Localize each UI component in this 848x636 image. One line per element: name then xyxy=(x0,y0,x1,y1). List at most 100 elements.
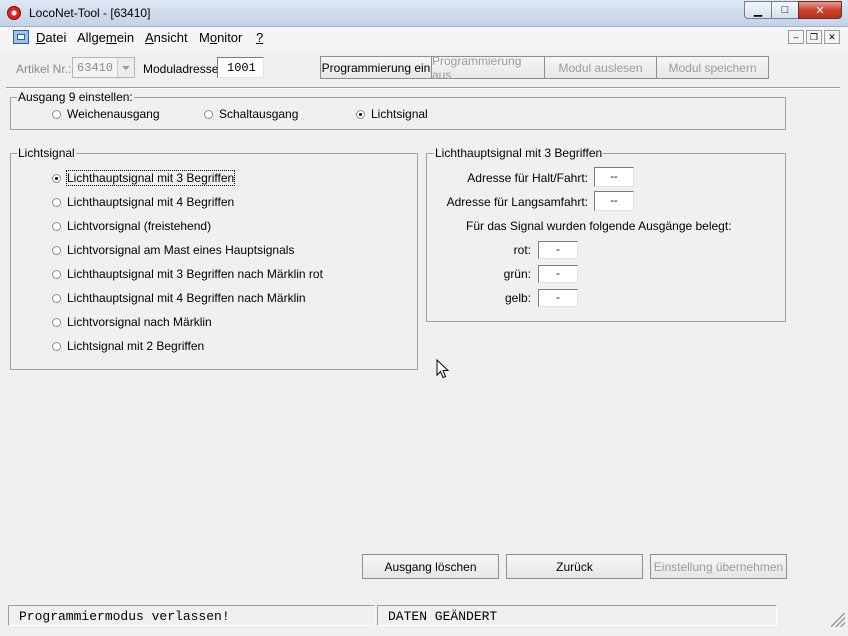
radio-weichenausgang-indicator xyxy=(52,109,61,119)
radio-schaltausgang[interactable]: Schaltausgang xyxy=(204,107,298,121)
radio-option-label: Lichtvorsignal (freistehend) xyxy=(67,219,212,233)
ausgaenge-info-text: Für das Signal wurden folgende Ausgänge … xyxy=(466,219,732,233)
status-left: Programmiermodus verlassen! xyxy=(8,605,375,626)
gruen-value-field: - xyxy=(538,265,578,283)
ausgang-loeschen-label: Ausgang löschen xyxy=(384,559,477,574)
minimize-button[interactable]: ▁ xyxy=(744,1,772,19)
status-right-text: DATEN GEÄNDERT xyxy=(388,609,498,624)
menu-help[interactable]: ? xyxy=(256,30,263,45)
chevron-down-icon xyxy=(117,58,134,77)
radio-lichtsignal-label: Lichtsignal xyxy=(371,107,428,121)
menu-allgemein-label: Allgemein xyxy=(77,30,135,45)
mouse-cursor-icon xyxy=(436,359,450,379)
moduladresse-label: Moduladresse: xyxy=(143,62,222,76)
halt-fahrt-value: -- xyxy=(610,171,618,183)
menu-monitor-label: Monitor xyxy=(199,30,243,45)
minimize-icon: ▁ xyxy=(753,4,763,17)
menu-datei-label: Datei xyxy=(36,30,67,45)
radio-option-label: Lichtvorsignal am Mast eines Hauptsignal… xyxy=(67,243,295,257)
menu-monitor[interactable]: Monitor xyxy=(199,30,242,45)
einstellung-uebernehmen-button[interactable]: Einstellung übernehmen xyxy=(650,554,787,579)
mdi-minimize-button[interactable]: – xyxy=(788,30,804,44)
langsamfahrt-label: Adresse für Langsamfahrt: xyxy=(446,195,588,209)
rot-value: - xyxy=(556,244,560,256)
modul-speichern-label: Modul speichern xyxy=(668,60,757,75)
radio-indicator xyxy=(52,341,61,351)
mdi-restore-button[interactable]: ❐ xyxy=(806,30,822,44)
radio-weichenausgang-label: Weichenausgang xyxy=(67,107,160,121)
radio-lichtsignal-indicator xyxy=(356,109,365,119)
menu-ansicht[interactable]: Ansicht xyxy=(145,30,188,45)
radio-indicator xyxy=(52,173,61,183)
modul-auslesen-label: Modul auslesen xyxy=(558,60,643,75)
radio-option-label: Lichthauptsignal mit 4 Begriffen nach Mä… xyxy=(67,291,306,305)
programmierung-aus-button[interactable]: Programmierung aus xyxy=(431,53,545,82)
lichtsignal-group-title: Lichtsignal xyxy=(17,146,76,160)
radio-lichtsignal-option[interactable]: Lichtvorsignal am Mast eines Hauptsignal… xyxy=(52,243,294,257)
menu-ansicht-label: Ansicht xyxy=(145,30,188,45)
gelb-label: gelb: xyxy=(504,291,531,305)
modul-speichern-button[interactable]: Modul speichern xyxy=(656,56,769,79)
window-controls: ▁ □ ✕ xyxy=(744,1,842,20)
radio-lichtsignal[interactable]: Lichtsignal xyxy=(356,107,428,121)
app-icon xyxy=(7,6,21,20)
radio-lichtsignal-option[interactable]: Lichthauptsignal mit 4 Begriffen xyxy=(52,195,234,209)
artikel-combobox: 63410 xyxy=(72,57,135,78)
artikel-label: Artikel Nr.: xyxy=(16,62,72,76)
radio-option-label: Lichthauptsignal mit 4 Begriffen xyxy=(67,195,235,209)
mdi-minimize-icon: – xyxy=(793,32,799,42)
menu-datei[interactable]: Datei xyxy=(36,30,66,45)
radio-lichtsignal-option[interactable]: Lichtvorsignal nach Märklin xyxy=(52,315,212,329)
rot-value-field: - xyxy=(538,241,578,259)
mdi-controls: – ❐ ✕ xyxy=(788,30,840,44)
radio-indicator xyxy=(52,221,61,231)
resize-grip-icon[interactable] xyxy=(831,613,845,627)
radio-lichtsignal-option[interactable]: Lichthauptsignal mit 3 Begriffen xyxy=(52,170,236,186)
langsamfahrt-input[interactable]: -- xyxy=(594,191,634,211)
close-button[interactable]: ✕ xyxy=(798,1,842,19)
radio-option-label: Lichthauptsignal mit 3 Begriffen nach Mä… xyxy=(67,267,323,281)
signal-detail-title: Lichthauptsignal mit 3 Begriffen xyxy=(434,146,604,160)
radio-lichtsignal-option[interactable]: Lichthauptsignal mit 3 Begriffen nach Mä… xyxy=(52,267,323,281)
programmierung-ein-label: Programmierung ein xyxy=(321,60,431,75)
radio-indicator xyxy=(52,269,61,279)
radio-lichtsignal-option[interactable]: Lichtsignal mit 2 Begriffen xyxy=(52,339,204,353)
toolbar-separator xyxy=(6,87,840,89)
zurueck-label: Zurück xyxy=(556,559,593,574)
programmierung-ein-button[interactable]: Programmierung ein xyxy=(320,56,432,79)
menu-bar: Datei Allgemein Ansicht Monitor ? – ❐ ✕ xyxy=(0,27,848,49)
radio-option-label: Lichthauptsignal mit 3 Begriffen xyxy=(65,170,236,186)
mdi-restore-icon: ❐ xyxy=(809,31,819,42)
window-title: LocoNet-Tool - [63410] xyxy=(29,6,151,20)
radio-indicator xyxy=(52,293,61,303)
radio-lichtsignal-option[interactable]: Lichthauptsignal mit 4 Begriffen nach Mä… xyxy=(52,291,306,305)
close-icon: ✕ xyxy=(815,4,825,17)
halt-fahrt-input[interactable]: -- xyxy=(594,167,634,187)
halt-fahrt-label: Adresse für Halt/Fahrt: xyxy=(467,171,588,185)
ausgang-group-title: Ausgang 9 einstellen: xyxy=(17,90,134,104)
radio-schaltausgang-indicator xyxy=(204,109,213,119)
maximize-icon: □ xyxy=(781,4,789,16)
maximize-button[interactable]: □ xyxy=(771,1,799,19)
moduladresse-input[interactable]: 1001 xyxy=(217,57,264,78)
gelb-value-field: - xyxy=(538,289,578,307)
langsamfahrt-value: -- xyxy=(610,195,618,207)
radio-indicator xyxy=(52,317,61,327)
radio-indicator xyxy=(52,245,61,255)
mdi-document-icon[interactable] xyxy=(13,30,29,44)
radio-indicator xyxy=(52,197,61,207)
gruen-label: grün: xyxy=(503,267,531,281)
status-right: DATEN GEÄNDERT xyxy=(377,605,777,626)
menu-allgemein[interactable]: Allgemein xyxy=(77,30,134,45)
radio-lichtsignal-option[interactable]: Lichtvorsignal (freistehend) xyxy=(52,219,211,233)
zurueck-button[interactable]: Zurück xyxy=(506,554,643,579)
menu-help-label: ? xyxy=(256,30,264,45)
radio-weichenausgang[interactable]: Weichenausgang xyxy=(52,107,160,121)
modul-auslesen-button[interactable]: Modul auslesen xyxy=(544,56,657,79)
lichtsignal-group xyxy=(10,153,418,370)
mdi-close-button[interactable]: ✕ xyxy=(824,30,840,44)
title-bar: LocoNet-Tool - [63410] ▁ □ ✕ xyxy=(0,0,848,27)
moduladresse-value: 1001 xyxy=(227,61,256,75)
ausgang-loeschen-button[interactable]: Ausgang löschen xyxy=(362,554,499,579)
programmierung-aus-label: Programmierung aus xyxy=(432,53,522,82)
